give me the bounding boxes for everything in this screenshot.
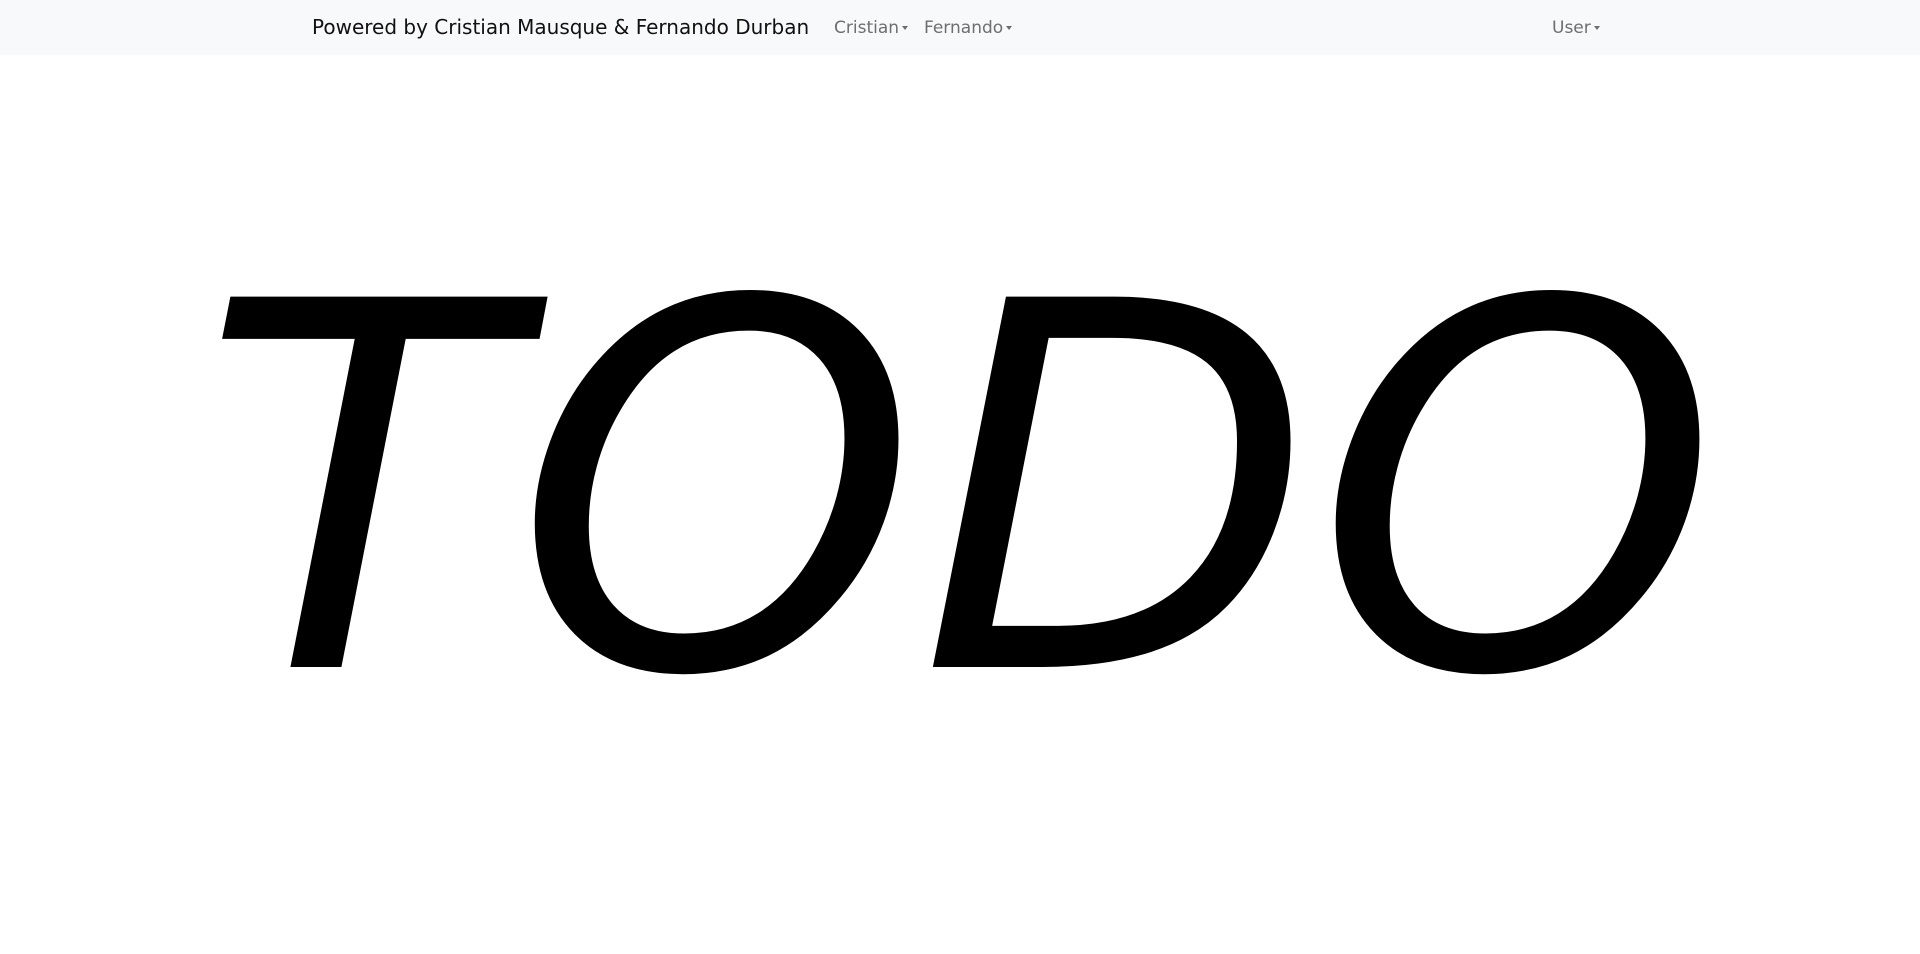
user-dropdown-toggle[interactable]: User — [1552, 17, 1600, 39]
navbar-brand[interactable]: Powered by Cristian Mausque & Fernando D… — [312, 15, 809, 39]
main-content: TODO — [0, 55, 1920, 954]
cristian-dropdown-label: Cristian — [834, 18, 900, 38]
todo-banner-text: TODO — [200, 195, 1720, 787]
top-navbar: Powered by Cristian Mausque & Fernando D… — [0, 0, 1920, 55]
caret-down-icon — [1593, 26, 1600, 30]
fernando-dropdown-toggle[interactable]: Fernando — [924, 17, 1013, 39]
navbar-container: Powered by Cristian Mausque & Fernando D… — [306, 0, 1614, 55]
caret-down-icon — [902, 26, 909, 30]
fernando-dropdown-label: Fernando — [924, 18, 1004, 38]
cristian-dropdown-toggle[interactable]: Cristian — [834, 17, 909, 39]
todo-banner-image: TODO — [200, 195, 1720, 787]
user-dropdown-label: User — [1552, 18, 1591, 38]
caret-down-icon — [1006, 26, 1013, 30]
